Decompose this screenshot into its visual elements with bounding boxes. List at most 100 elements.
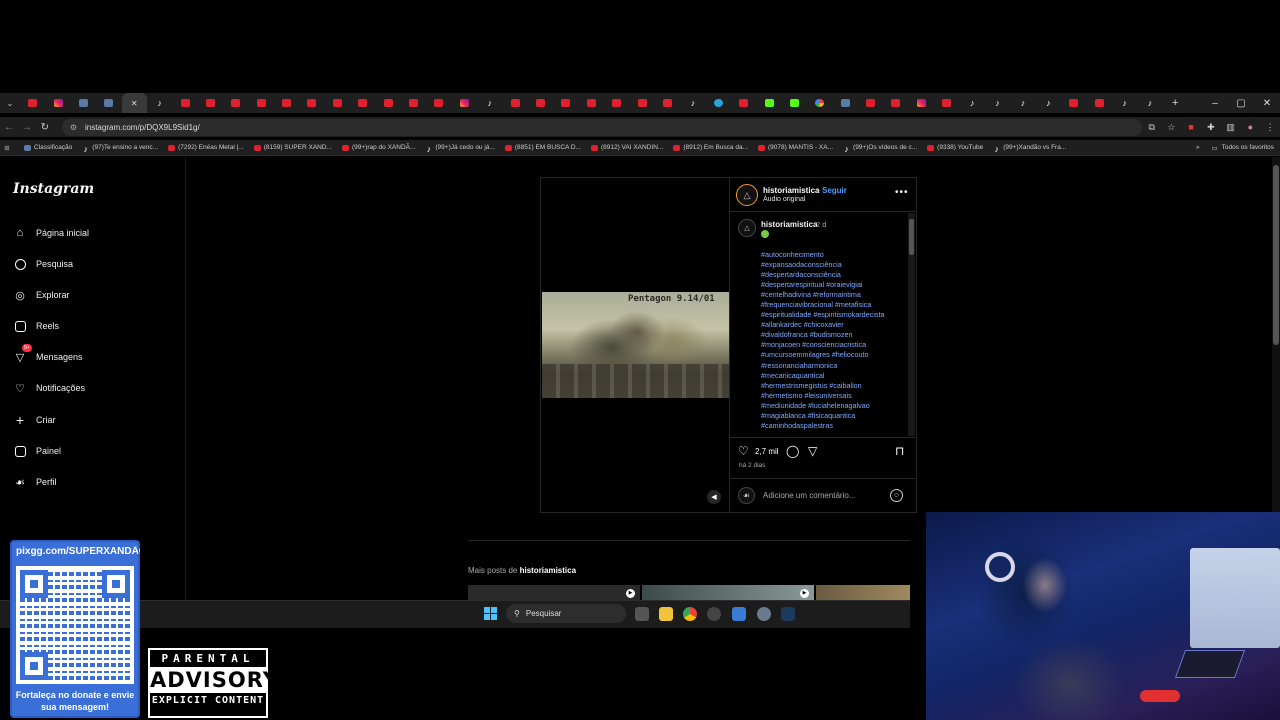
share-icon[interactable]: ▽ bbox=[808, 444, 817, 458]
browser-tab[interactable] bbox=[299, 93, 324, 113]
browser-tab[interactable]: ♪ bbox=[477, 93, 502, 113]
file-explorer-icon[interactable] bbox=[659, 607, 673, 621]
profile-avatar-icon[interactable]: ● bbox=[1240, 122, 1260, 132]
tab-search-button[interactable]: ⌄ bbox=[0, 93, 20, 113]
browser-tab[interactable] bbox=[375, 93, 400, 113]
sidepanel-icon[interactable]: ▥ bbox=[1221, 122, 1241, 133]
nav-messages[interactable]: ▽ 9+ Mensagens bbox=[13, 344, 83, 364]
apps-grid-icon[interactable]: ⊞ bbox=[0, 144, 14, 152]
reload-icon[interactable]: ↻ bbox=[36, 122, 54, 133]
browser-tab[interactable]: ♪ bbox=[680, 93, 705, 113]
browser-tab[interactable] bbox=[350, 93, 375, 113]
browser-tab[interactable] bbox=[706, 93, 731, 113]
hashtag-line[interactable]: #divaldofranca #budismozen bbox=[761, 330, 903, 340]
bookmark-item[interactable]: (7292) Enéas Metal |... bbox=[168, 144, 244, 151]
comment-icon[interactable]: ◯ bbox=[786, 444, 799, 458]
bookmark-item[interactable]: (8159) SUPER XAND... bbox=[253, 144, 332, 151]
hashtag-line[interactable]: #mediunidade #luciahelenagalvao bbox=[761, 401, 903, 411]
taskbar-search[interactable]: ⚲ Pesquisar bbox=[506, 604, 626, 623]
nav-search[interactable]: Pesquisa bbox=[13, 257, 73, 271]
browser-tab[interactable] bbox=[858, 93, 883, 113]
browser-tab[interactable] bbox=[223, 93, 248, 113]
photos-app-icon[interactable] bbox=[732, 607, 746, 621]
more-posts-user[interactable]: historiamistica bbox=[520, 566, 576, 575]
nav-dashboard[interactable]: Painel bbox=[13, 444, 61, 458]
author-username[interactable]: historiamistica bbox=[763, 186, 819, 195]
bookmark-item[interactable]: ♪ (99+)Já cedo ou já... bbox=[425, 144, 495, 153]
minimize-button[interactable]: – bbox=[1202, 98, 1228, 109]
hashtag-line[interactable]: #expansaodaconsciência bbox=[761, 260, 903, 270]
browser-tab[interactable] bbox=[502, 93, 527, 113]
browser-tab[interactable]: ♪ bbox=[1112, 93, 1137, 113]
hashtag-line[interactable]: #espiritualidade #espiritismokardecista bbox=[761, 310, 903, 320]
hashtag-line[interactable]: #hermestrismegistus #caibalion bbox=[761, 381, 903, 391]
browser-tab[interactable] bbox=[20, 93, 45, 113]
maximize-button[interactable]: ▢ bbox=[1228, 98, 1254, 109]
browser-tab[interactable] bbox=[96, 93, 121, 113]
hashtag-line[interactable]: #autoconhecimento bbox=[761, 250, 903, 260]
task-view-icon[interactable] bbox=[635, 607, 649, 621]
nav-create[interactable]: + Criar bbox=[13, 412, 56, 428]
caption-scrollbar-thumb[interactable] bbox=[909, 219, 914, 255]
browser-tab[interactable] bbox=[198, 93, 223, 113]
extension-red-icon[interactable]: ■ bbox=[1181, 122, 1201, 132]
caption-username[interactable]: historiamistica bbox=[761, 220, 817, 229]
mute-button[interactable]: ◀ bbox=[707, 490, 721, 504]
author-avatar[interactable]: △ bbox=[736, 184, 758, 206]
bookmark-item[interactable]: (8851) EM BUSCA D... bbox=[504, 144, 581, 151]
bookmarks-overflow-button[interactable]: » bbox=[1196, 144, 1200, 151]
browser-tab[interactable] bbox=[883, 93, 908, 113]
browser-tab[interactable]: ♪ bbox=[959, 93, 984, 113]
bookmark-item[interactable]: ♪ (99+)Xandão vs Fra... bbox=[993, 144, 1066, 153]
hashtag-line[interactable]: #monjacoen #conscienciacristica bbox=[761, 340, 903, 350]
browser-tab[interactable] bbox=[579, 93, 604, 113]
browser-tab[interactable] bbox=[782, 93, 807, 113]
emoji-icon[interactable]: ☺ bbox=[890, 489, 903, 502]
follow-button[interactable]: Seguir bbox=[822, 186, 847, 195]
hashtag-line[interactable]: #centelhadivina #reformaintima bbox=[761, 290, 903, 300]
close-window-button[interactable]: ✕ bbox=[1254, 98, 1280, 109]
browser-tab[interactable] bbox=[1061, 93, 1086, 113]
browser-tab[interactable] bbox=[71, 93, 96, 113]
browser-tab[interactable] bbox=[172, 93, 197, 113]
hashtag-line[interactable]: #frequenciavibracional #metafisica bbox=[761, 300, 903, 310]
bookmark-item[interactable]: ♪ (97)Te ensino a venc... bbox=[82, 144, 159, 153]
hashtag-line[interactable]: #umcursoemmilagres #heliocouto bbox=[761, 350, 903, 360]
browser-menu-icon[interactable]: ⋮ bbox=[1260, 122, 1280, 133]
browser-tab[interactable] bbox=[934, 93, 959, 113]
browser-tab[interactable] bbox=[553, 93, 578, 113]
browser-tab[interactable] bbox=[756, 93, 781, 113]
bookmark-item[interactable]: (9078) MANTIS - XA... bbox=[758, 144, 833, 151]
browser-tab[interactable]: ✕ bbox=[121, 93, 147, 113]
nav-notifications[interactable]: ♡ Notificações bbox=[13, 381, 85, 395]
hashtag-line[interactable]: #despertardaconsciência bbox=[761, 270, 903, 280]
hashtag-line[interactable]: #magiablanca #fisicaquantica bbox=[761, 411, 903, 421]
save-icon[interactable]: ⊓ bbox=[895, 444, 904, 458]
extensions-icon[interactable]: ✚ bbox=[1201, 122, 1221, 133]
browser-tab[interactable] bbox=[604, 93, 629, 113]
settings-icon[interactable] bbox=[757, 607, 771, 621]
windows-start-icon[interactable] bbox=[484, 607, 497, 620]
browser-tab[interactable] bbox=[807, 93, 832, 113]
forward-icon[interactable]: → bbox=[18, 122, 36, 133]
browser-tab[interactable] bbox=[1086, 93, 1111, 113]
browser-tab[interactable] bbox=[909, 93, 934, 113]
bookmark-item[interactable]: (8912) Em Busca da... bbox=[673, 144, 748, 151]
browser-tab[interactable] bbox=[731, 93, 756, 113]
browser-tab[interactable] bbox=[325, 93, 350, 113]
snipping-tool-icon[interactable] bbox=[707, 607, 721, 621]
hashtag-line[interactable]: #ressonanciaharmonica bbox=[761, 361, 903, 371]
new-tab-button[interactable]: + bbox=[1163, 93, 1188, 113]
browser-tab[interactable] bbox=[629, 93, 654, 113]
nav-home[interactable]: ⌂ Página inicial bbox=[13, 226, 89, 240]
site-info-icon[interactable]: ⚙ bbox=[70, 123, 77, 132]
browser-tab[interactable] bbox=[45, 93, 70, 113]
caption-avatar[interactable]: △ bbox=[738, 219, 756, 237]
bookmark-item[interactable]: ♪ (99+)Os vídeos de c... bbox=[843, 144, 917, 153]
browser-tab[interactable] bbox=[274, 93, 299, 113]
browser-tab[interactable]: ♪ bbox=[1036, 93, 1061, 113]
hashtag-line[interactable]: #despertarespiritual #oraievigiai bbox=[761, 280, 903, 290]
like-count[interactable]: 2,7 mil bbox=[755, 447, 779, 456]
like-icon[interactable]: ♡ bbox=[738, 444, 749, 458]
hashtag-line[interactable]: #mecanicaquantical bbox=[761, 371, 903, 381]
